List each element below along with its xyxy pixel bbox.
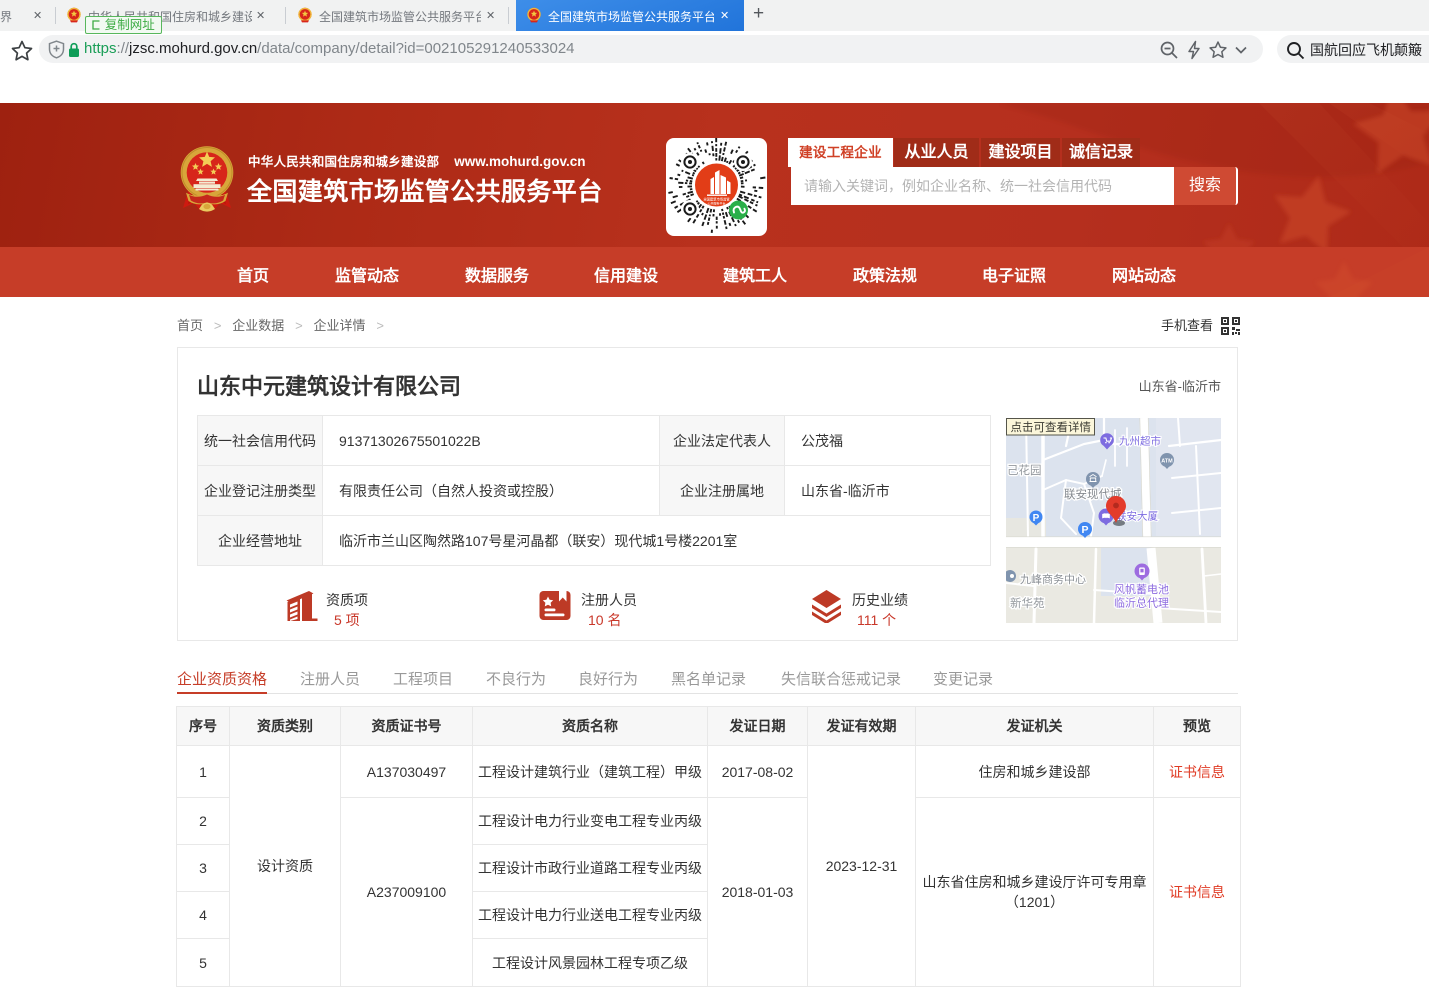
svg-text:新华苑: 新华苑 <box>1010 596 1045 610</box>
svg-text:九州超市: 九州超市 <box>1119 435 1161 448</box>
svg-text:P: P <box>1033 513 1040 524</box>
svg-text:P: P <box>1081 524 1088 536</box>
svg-text:己花园: 己花园 <box>1007 464 1042 477</box>
svg-text:公共服务平台: 公共服务平台 <box>707 200 725 205</box>
svg-text:风帆蓄电池: 风帆蓄电池 <box>1114 582 1169 596</box>
svg-text:临沂总代理: 临沂总代理 <box>1114 596 1169 610</box>
svg-text:九峰商务中心: 九峰商务中心 <box>1020 572 1086 586</box>
svg-text:点击可查看详情: 点击可查看详情 <box>1011 420 1092 434</box>
svg-text:ATM: ATM <box>1161 459 1173 465</box>
